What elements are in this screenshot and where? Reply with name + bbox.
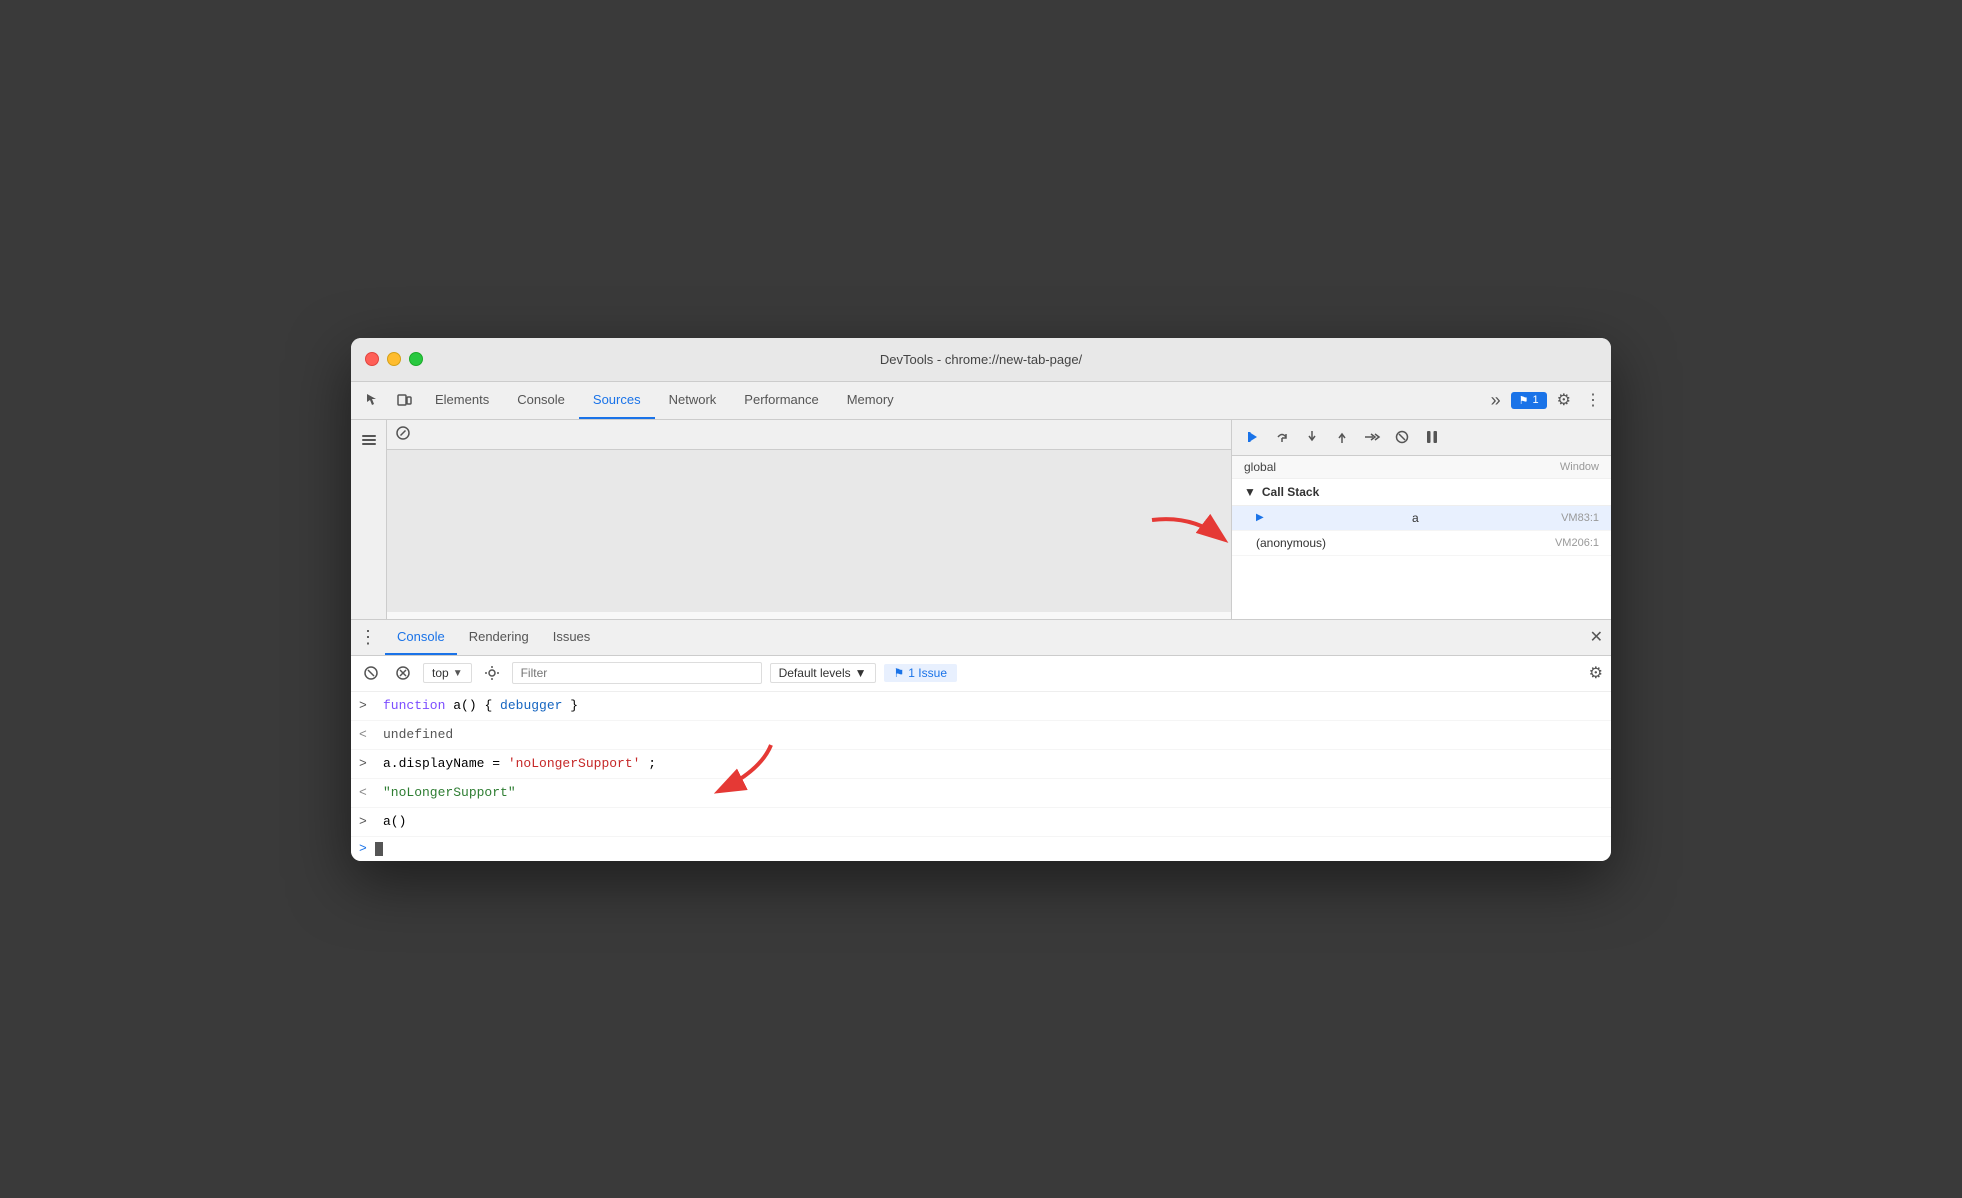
keyword-function: function	[383, 698, 445, 713]
sources-panel: global Window ▼ Call Stack	[351, 420, 1611, 620]
maximize-button[interactable]	[409, 352, 423, 366]
console-tab-rendering[interactable]: Rendering	[457, 620, 541, 655]
device-toolbar-icon[interactable]	[389, 385, 419, 415]
tab-console[interactable]: Console	[503, 382, 579, 419]
preserve-log-icon[interactable]	[391, 661, 415, 685]
more-options-icon[interactable]: ⋮	[1581, 386, 1605, 414]
deactivate-breakpoints-button[interactable]	[1390, 425, 1414, 449]
keyword-debugger: debugger	[500, 698, 562, 713]
console-content: > function a() { debugger } < undefined	[351, 692, 1611, 861]
console-tab-console[interactable]: Console	[385, 620, 457, 655]
tab-memory[interactable]: Memory	[833, 382, 908, 419]
settings-icon[interactable]: ⚙	[1553, 386, 1575, 414]
scope-label: global	[1244, 460, 1276, 474]
console-line-5: > a()	[351, 808, 1611, 837]
step-out-button[interactable]	[1330, 425, 1354, 449]
console-line-1: > function a() { debugger }	[351, 692, 1611, 721]
console-line-3: > a.displayName = 'noLongerSupport' ;	[351, 750, 1611, 779]
input-prompt-1: >	[359, 696, 375, 716]
call-stack-item-a[interactable]: ▶ a VM83:1	[1232, 506, 1611, 531]
sources-sidebar	[351, 420, 387, 619]
active-frame-arrow-icon: ▶	[1256, 512, 1264, 523]
title-bar: DevTools - chrome://new-tab-page/	[351, 338, 1611, 382]
console-line-2: < undefined	[351, 721, 1611, 750]
devtools-tab-bar: Elements Console Sources Network Perform…	[351, 382, 1611, 420]
log-levels-button[interactable]: Default levels ▼	[770, 663, 876, 683]
tabs-right: » ⚑ 1 ⚙ ⋮	[1487, 386, 1605, 415]
devtools-window: DevTools - chrome://new-tab-page/ Elemen…	[351, 338, 1611, 861]
console-output-undefined: undefined	[383, 725, 453, 745]
console-area: ⋮ Console Rendering Issues ✕	[351, 620, 1611, 861]
tab-performance[interactable]: Performance	[730, 382, 832, 419]
output-prompt-4: <	[359, 783, 375, 803]
window-title: DevTools - chrome://new-tab-page/	[880, 352, 1082, 367]
console-line-4: < "noLongerSupport"	[351, 779, 1611, 808]
call-stack-header[interactable]: ▼ Call Stack	[1232, 479, 1611, 506]
console-code-1: function a() { debugger }	[383, 696, 578, 716]
context-label: top	[432, 666, 449, 680]
console-toolbar: top ▼ Default levels ▼ ⚑ 1 Issue	[351, 656, 1611, 692]
show-live-expressions-icon[interactable]	[480, 661, 504, 685]
traffic-lights	[365, 352, 423, 366]
toggle-sidebar-icon[interactable]	[357, 428, 381, 452]
minimize-button[interactable]	[387, 352, 401, 366]
inspect-icon[interactable]	[357, 385, 387, 415]
close-drawer-icon[interactable]: ✕	[1590, 627, 1603, 647]
call-stack-function-anon: (anonymous)	[1256, 536, 1326, 550]
output-prompt-2: <	[359, 725, 375, 745]
levels-dropdown-icon: ▼	[855, 666, 867, 680]
issues-flag-small-icon: ⚑	[894, 666, 905, 680]
issues-badge[interactable]: ⚑ 1	[1511, 392, 1547, 409]
console-input-line[interactable]: >	[351, 837, 1611, 861]
input-prompt-3: >	[359, 754, 375, 774]
tab-elements[interactable]: Elements	[421, 382, 503, 419]
console-menu-icon[interactable]: ⋮	[359, 627, 377, 648]
string-value-3: 'noLongerSupport'	[508, 756, 641, 771]
console-code-5: a()	[383, 812, 406, 832]
context-selector[interactable]: top ▼	[423, 663, 472, 683]
call-stack-label: Call Stack	[1262, 485, 1319, 499]
tab-sources[interactable]: Sources	[579, 382, 655, 419]
input-prompt-5: >	[359, 812, 375, 832]
filter-input[interactable]	[512, 662, 762, 684]
step-over-button[interactable]	[1270, 425, 1294, 449]
step-button[interactable]	[1360, 425, 1384, 449]
console-cursor	[375, 842, 383, 856]
issues-count-button[interactable]: ⚑ 1 Issue	[884, 664, 957, 682]
console-settings-icon[interactable]: ⚙	[1589, 663, 1603, 683]
console-tab-issues[interactable]: Issues	[541, 620, 603, 655]
scope-row: global Window	[1232, 456, 1611, 479]
call-stack-location-anon: VM206:1	[1555, 537, 1599, 549]
context-dropdown-icon: ▼	[453, 668, 463, 679]
call-stack-items: ▶ a VM83:1 (anonymous) VM206:1	[1232, 506, 1611, 556]
debugger-panel: global Window ▼ Call Stack	[1231, 420, 1611, 619]
console-tab-bar: ⋮ Console Rendering Issues ✕	[351, 620, 1611, 656]
call-stack-arrow-icon: ▼	[1244, 485, 1256, 499]
pause-on-exception-icon[interactable]	[395, 425, 411, 444]
more-tabs-button[interactable]: »	[1487, 386, 1505, 415]
issues-flag-icon: ⚑	[1519, 394, 1529, 407]
console-output-string: "noLongerSupport"	[383, 783, 516, 803]
debugger-toolbar	[1232, 420, 1611, 456]
resume-button[interactable]	[1240, 425, 1264, 449]
clear-console-icon[interactable]	[359, 661, 383, 685]
call-stack-function-a: a	[1412, 511, 1419, 525]
pause-on-exceptions-button[interactable]	[1420, 425, 1444, 449]
step-into-button[interactable]	[1300, 425, 1324, 449]
close-button[interactable]	[365, 352, 379, 366]
scope-value: Window	[1560, 461, 1599, 473]
tabs-list: Elements Console Sources Network Perform…	[421, 382, 1487, 419]
call-stack-location-a: VM83:1	[1561, 512, 1599, 524]
call-stack-item-anonymous[interactable]: (anonymous) VM206:1	[1232, 531, 1611, 556]
cursor-prompt-icon: >	[359, 841, 367, 856]
tab-network[interactable]: Network	[655, 382, 731, 419]
console-code-3: a.displayName = 'noLongerSupport' ;	[383, 754, 656, 774]
